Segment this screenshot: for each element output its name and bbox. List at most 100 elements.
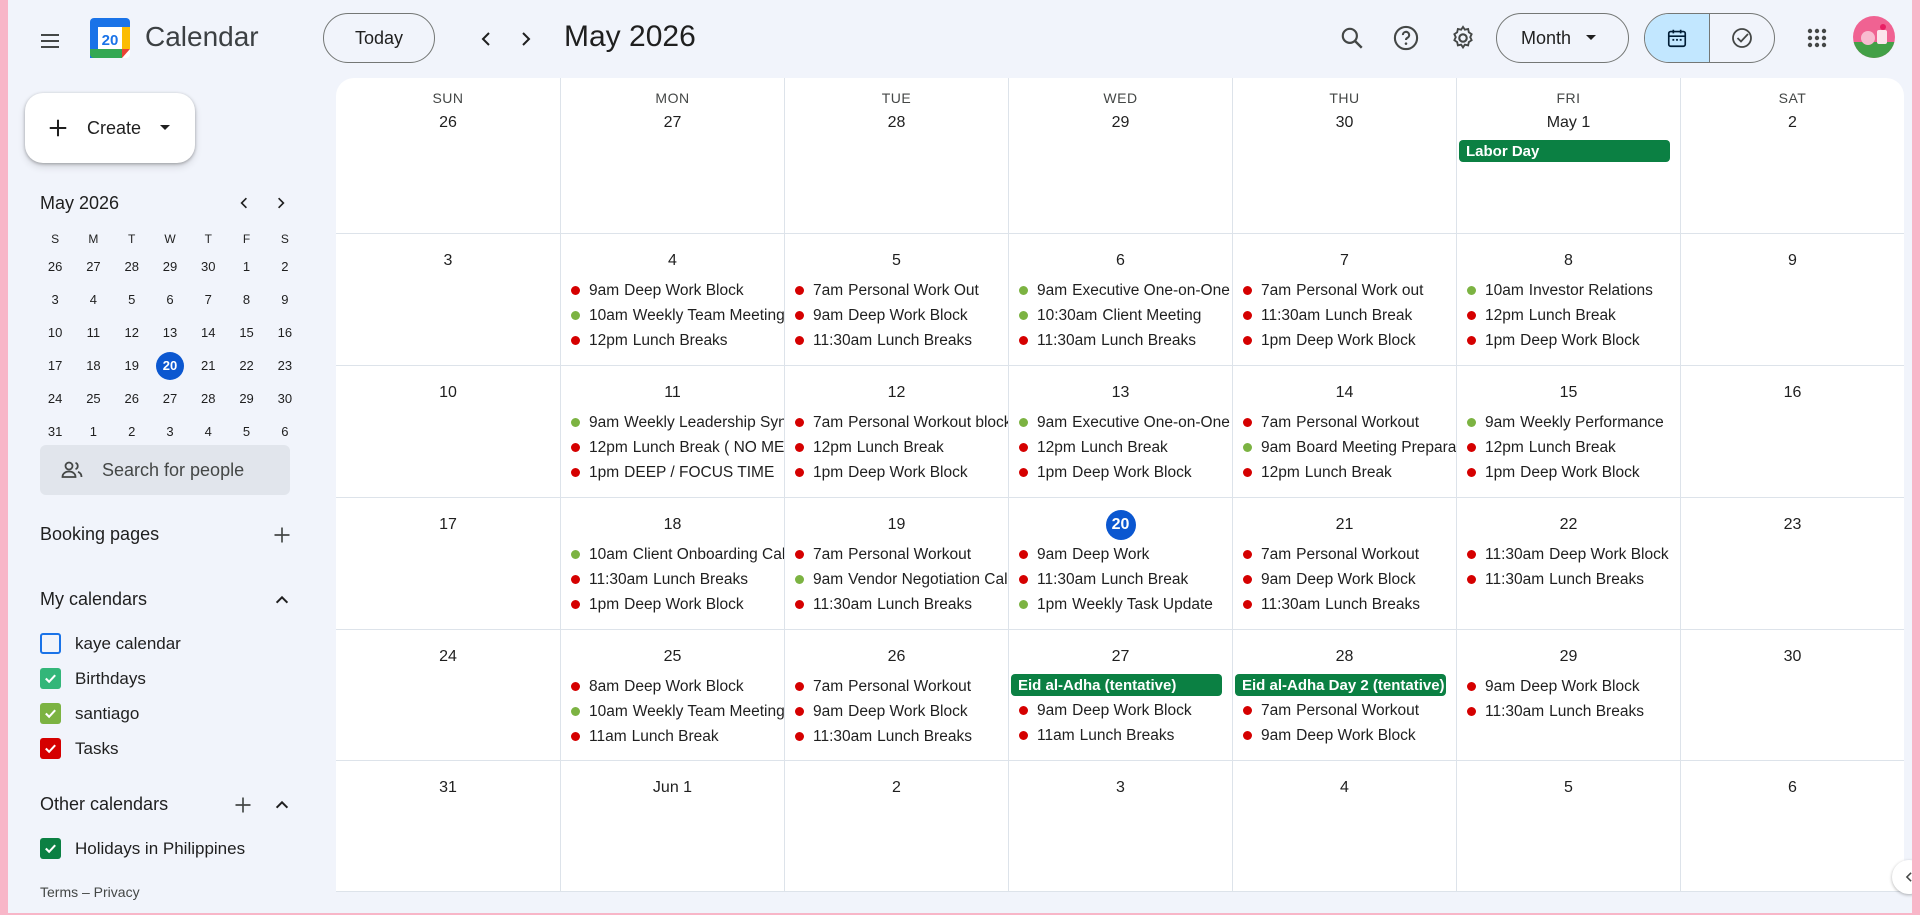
day-number[interactable]: 11: [561, 380, 784, 406]
calendar-event[interactable]: 12pm Lunch Breaks: [561, 328, 784, 353]
day-number[interactable]: 27: [1009, 644, 1232, 670]
day-cell[interactable]: MON 27: [560, 78, 784, 233]
day-number[interactable]: 29: [1457, 644, 1680, 670]
day-number[interactable]: 26: [336, 110, 560, 136]
mini-calendar-day[interactable]: 23: [266, 351, 304, 381]
day-cell[interactable]: 26 7am Personal Workout 9am Deep Work Block 1…: [784, 630, 1008, 760]
day-number[interactable]: 28: [1233, 644, 1456, 670]
mini-calendar-day[interactable]: 27: [74, 252, 112, 282]
mini-calendar-prev-button[interactable]: [229, 188, 259, 218]
calendar-event[interactable]: 10am Investor Relations: [1457, 278, 1680, 303]
day-cell[interactable]: 30: [1680, 630, 1904, 760]
my-calendars-heading[interactable]: My calendars: [40, 589, 147, 610]
day-cell[interactable]: 12 7am Personal Workout block 12pm Lunch Bre…: [784, 366, 1008, 497]
calendar-event[interactable]: 11:30am Lunch Break: [1009, 567, 1232, 592]
settings-button[interactable]: [1439, 14, 1487, 62]
terms-privacy-link[interactable]: Terms – Privacy: [40, 884, 140, 900]
calendar-event[interactable]: 10:30am Client Meeting: [1009, 303, 1232, 328]
calendar-event[interactable]: 1pm Weekly Task Update: [1009, 592, 1232, 617]
calendar-event[interactable]: 7am Personal Workout block: [785, 410, 1008, 435]
day-number[interactable]: 24: [336, 644, 560, 670]
mini-calendar-day[interactable]: 15: [227, 318, 265, 348]
day-cell[interactable]: 7 7am Personal Work out 11:30am Lunch Break 1…: [1232, 234, 1456, 365]
mini-calendar-day[interactable]: 27: [151, 384, 189, 414]
calendar-event[interactable]: 11am Lunch Breaks: [1009, 723, 1232, 748]
mini-calendar-day[interactable]: 25: [74, 384, 112, 414]
calendar-event[interactable]: 11:30am Lunch Breaks: [1457, 699, 1680, 724]
calendar-event[interactable]: 12pm Lunch Break: [1009, 435, 1232, 460]
mini-calendar-day[interactable]: 17: [36, 351, 74, 381]
mini-calendar-day[interactable]: 28: [189, 384, 227, 414]
day-number[interactable]: 18: [561, 512, 784, 538]
calendar-event[interactable]: 9am Deep Work Block: [1233, 567, 1456, 592]
day-cell[interactable]: 17: [336, 498, 560, 629]
mini-calendar-day[interactable]: 9: [266, 285, 304, 315]
mini-calendar-day[interactable]: 21: [189, 351, 227, 381]
day-number[interactable]: 14: [1233, 380, 1456, 406]
day-number[interactable]: 21: [1233, 512, 1456, 538]
mini-calendar-day[interactable]: 14: [189, 318, 227, 348]
calendar-event[interactable]: 8am Deep Work Block: [561, 674, 784, 699]
day-cell[interactable]: TUE 28: [784, 78, 1008, 233]
day-number[interactable]: 5: [1457, 775, 1680, 801]
other-calendars-collapse-button[interactable]: [268, 791, 296, 819]
mini-calendar-day[interactable]: 30: [189, 252, 227, 282]
calendar-event[interactable]: 9am Executive One-on-One: [1009, 410, 1232, 435]
mini-calendar-day[interactable]: 26: [113, 384, 151, 414]
day-cell[interactable]: 5: [1456, 761, 1680, 891]
account-avatar[interactable]: [1853, 16, 1895, 58]
all-day-event[interactable]: Eid al-Adha (tentative): [1011, 674, 1222, 696]
day-number[interactable]: 19: [785, 512, 1008, 538]
day-cell[interactable]: 27 Eid al-Adha (tentative) 9am Deep Work Bl…: [1008, 630, 1232, 760]
day-number[interactable]: 28: [785, 110, 1008, 136]
calendar-event[interactable]: 10am Weekly Team Meeting: [561, 303, 784, 328]
day-cell[interactable]: SAT 2: [1680, 78, 1904, 233]
day-cell[interactable]: 22 11:30am Deep Work Block 11:30am Lunch Bre…: [1456, 498, 1680, 629]
day-cell[interactable]: 5 7am Personal Work Out 9am Deep Work Block 1…: [784, 234, 1008, 365]
calendar-event[interactable]: 1pm Deep Work Block: [785, 460, 1008, 485]
day-cell[interactable]: WED 29: [1008, 78, 1232, 233]
calendar-event[interactable]: 12pm Lunch Break: [1457, 435, 1680, 460]
calendar-event[interactable]: 9am Deep Work: [1009, 542, 1232, 567]
day-number[interactable]: 3: [1009, 775, 1232, 801]
day-number[interactable]: 20: [1009, 510, 1232, 540]
mini-calendar-day[interactable]: 29: [151, 252, 189, 282]
calendar-event[interactable]: 9am Weekly Leadership Sync: [561, 410, 784, 435]
day-cell[interactable]: 3: [336, 234, 560, 365]
all-day-event[interactable]: Eid al-Adha Day 2 (tentative): [1235, 674, 1446, 696]
mini-calendar-day[interactable]: 28: [113, 252, 151, 282]
mini-calendar-day[interactable]: 5: [113, 285, 151, 315]
mini-calendar-day[interactable]: 26: [36, 252, 74, 282]
day-number[interactable]: 2: [1681, 110, 1904, 136]
day-cell[interactable]: 14 7am Personal Workout 9am Board Meeting Pr…: [1232, 366, 1456, 497]
calendar-event[interactable]: 10am Client Onboarding Call: [561, 542, 784, 567]
day-cell[interactable]: FRI May 1 Labor Day: [1456, 78, 1680, 233]
checkbox-checked[interactable]: [40, 738, 61, 759]
day-number[interactable]: 8: [1457, 248, 1680, 274]
calendar-event[interactable]: 9am Deep Work Block: [561, 278, 784, 303]
search-people-input[interactable]: Search for people: [40, 445, 290, 495]
mini-calendar-next-button[interactable]: [266, 188, 296, 218]
day-number[interactable]: 30: [1681, 644, 1904, 670]
calendar-event[interactable]: 11:30am Deep Work Block: [1457, 542, 1680, 567]
calendar-event[interactable]: 9am Deep Work Block: [785, 303, 1008, 328]
calendar-event[interactable]: 1pm Deep Work Block: [1457, 460, 1680, 485]
day-cell[interactable]: 23: [1680, 498, 1904, 629]
calendar-event[interactable]: 1pm Deep Work Block: [1457, 328, 1680, 353]
day-number[interactable]: 22: [1457, 512, 1680, 538]
mini-calendar-day[interactable]: 18: [74, 351, 112, 381]
calendar-event[interactable]: 11am Lunch Break: [561, 724, 784, 749]
day-number[interactable]: 29: [1009, 110, 1232, 136]
calendar-event[interactable]: 11:30am Lunch Breaks: [561, 567, 784, 592]
day-cell[interactable]: 29 9am Deep Work Block 11:30am Lunch Breaks: [1456, 630, 1680, 760]
calendar-event[interactable]: 11:30am Lunch Break: [1233, 303, 1456, 328]
calendar-list-item[interactable]: Tasks: [40, 738, 118, 759]
create-button[interactable]: Create: [25, 93, 195, 163]
add-booking-page-button[interactable]: [268, 521, 296, 549]
calendar-event[interactable]: 1pm Deep Work Block: [1233, 328, 1456, 353]
next-month-button[interactable]: [504, 17, 548, 61]
mini-calendar-day[interactable]: 13: [151, 318, 189, 348]
day-number[interactable]: 3: [336, 248, 560, 274]
mini-calendar-day[interactable]: 22: [227, 351, 265, 381]
calendar-list-item[interactable]: Birthdays: [40, 668, 146, 689]
